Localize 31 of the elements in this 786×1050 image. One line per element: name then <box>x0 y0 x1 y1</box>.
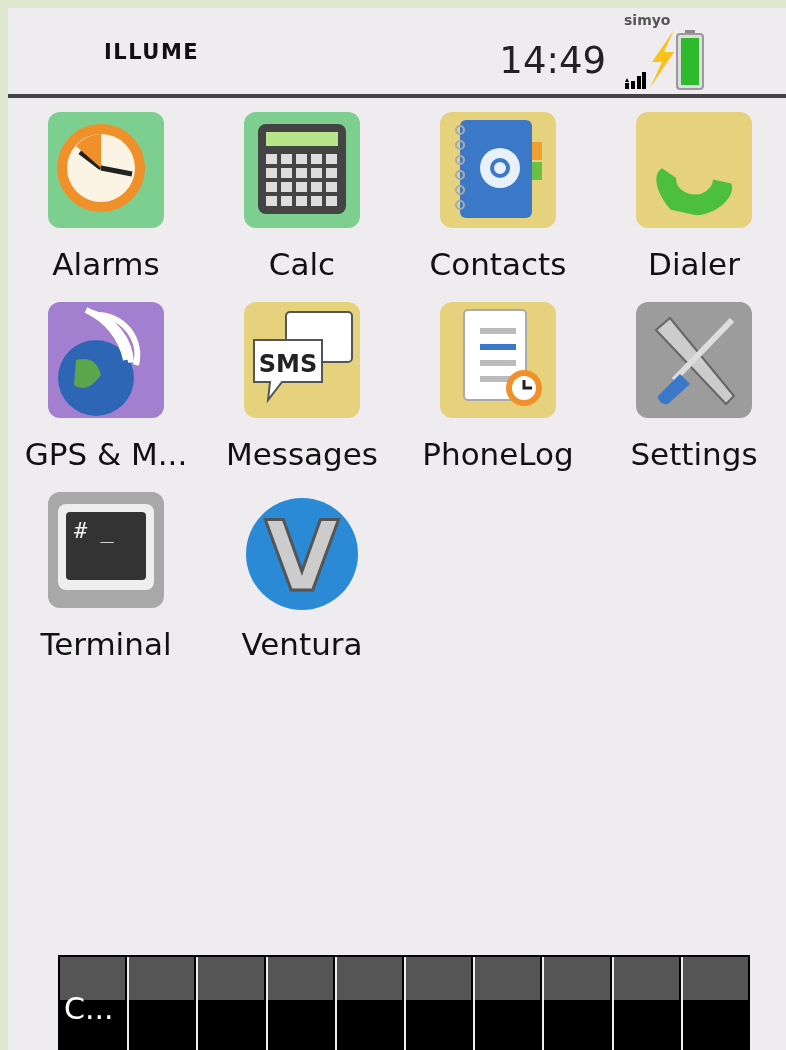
app-title: ILLUME <box>104 40 200 64</box>
task-slot[interactable] <box>611 957 679 1050</box>
task-slot[interactable] <box>404 957 472 1050</box>
app-label[interactable]: Settings <box>630 436 758 472</box>
tools-icon[interactable] <box>634 300 754 420</box>
terminal-icon[interactable]: # _ <box>46 490 166 610</box>
calculator-icon[interactable] <box>242 110 362 230</box>
app-label[interactable]: PhoneLog <box>422 436 574 472</box>
app-label[interactable]: GPS & M... <box>24 436 188 472</box>
app-label[interactable]: Dialer <box>648 246 740 282</box>
task-slot[interactable] <box>542 957 610 1050</box>
clock-time: 14:49 <box>499 39 606 82</box>
globe-icon[interactable] <box>46 300 166 420</box>
carrier-name: simyo <box>624 12 672 28</box>
task-label: C... <box>64 991 114 1026</box>
signal-icon <box>624 70 646 90</box>
task-slot[interactable] <box>473 957 541 1050</box>
task-slot[interactable] <box>680 957 749 1050</box>
app-label[interactable]: Calc <box>268 246 336 282</box>
battery-icon <box>676 30 704 90</box>
app-label[interactable]: Contacts <box>429 246 567 282</box>
app-label[interactable]: Terminal <box>40 626 172 662</box>
app-label[interactable]: Alarms <box>52 246 160 282</box>
app-label[interactable]: Ventura <box>241 626 363 662</box>
task-slot[interactable] <box>127 957 195 1050</box>
task-slot[interactable] <box>334 957 402 1050</box>
task-slot[interactable] <box>196 957 264 1050</box>
app-label[interactable]: Messages <box>226 436 378 472</box>
address-book-icon[interactable] <box>438 110 558 230</box>
speech-bubbles-icon[interactable]: SMS <box>242 300 362 420</box>
task-slot[interactable] <box>265 957 333 1050</box>
